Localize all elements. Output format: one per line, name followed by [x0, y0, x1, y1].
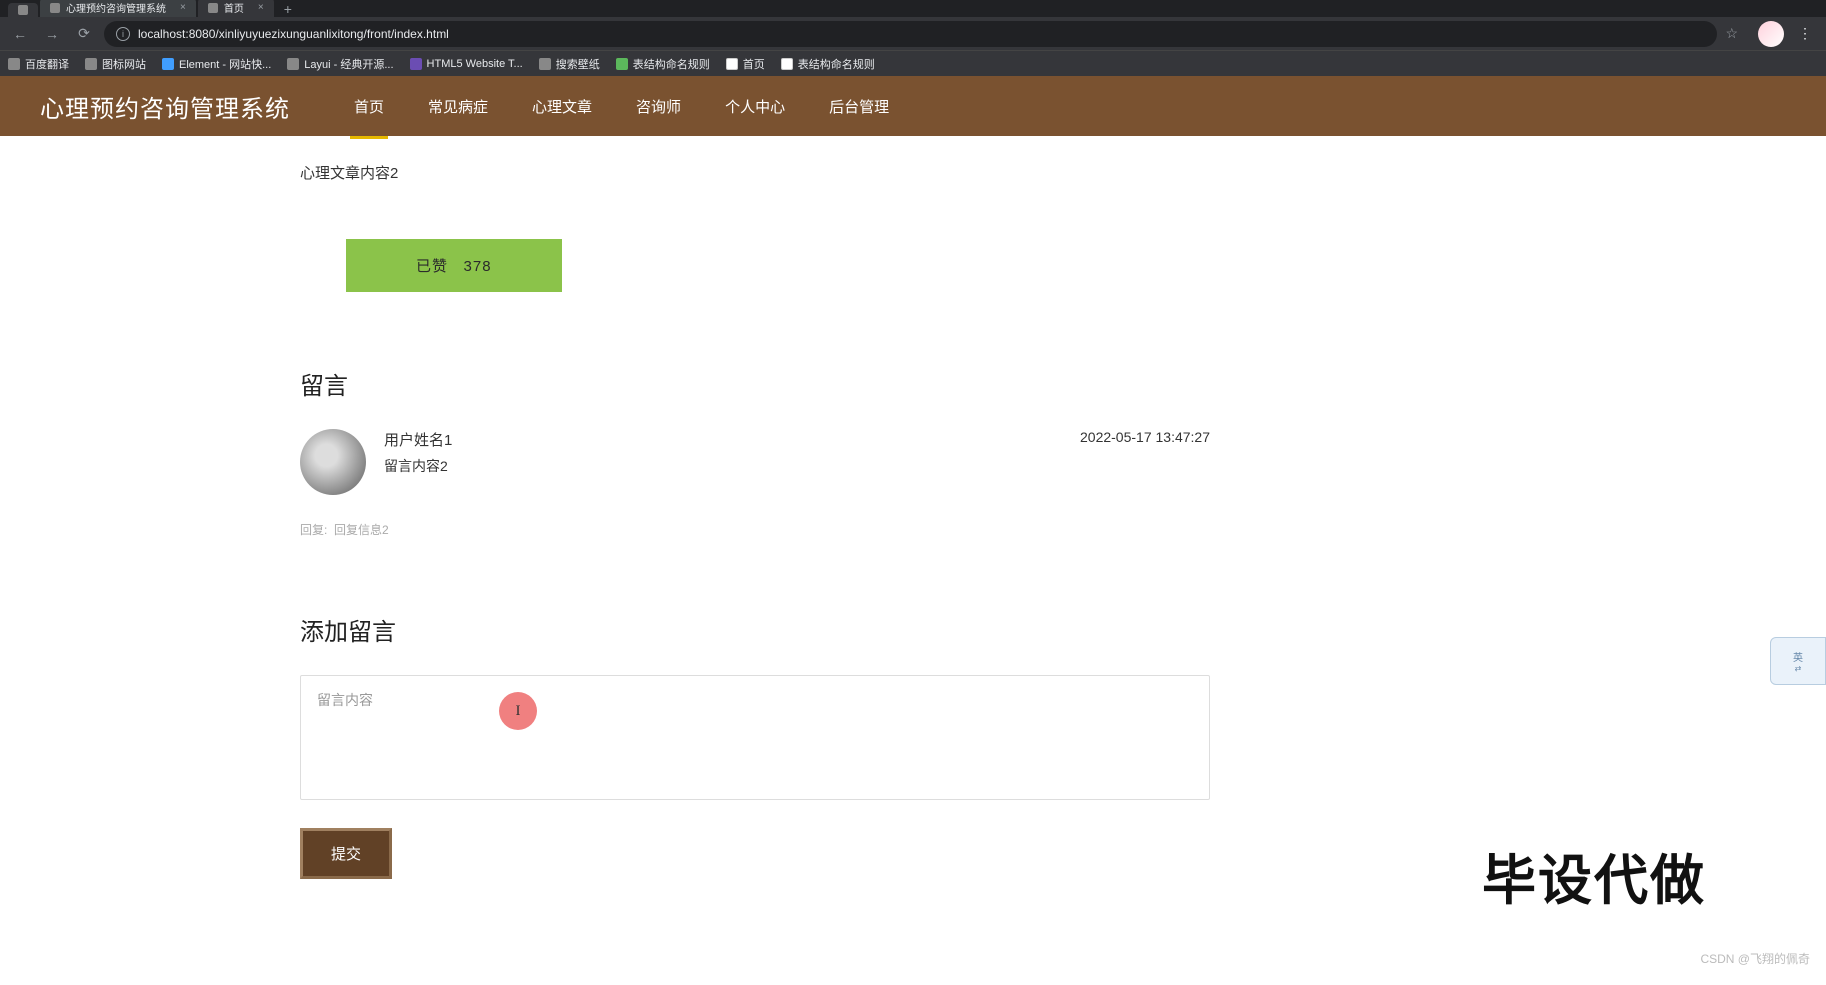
browser-tab-active[interactable]: 心理预约咨询管理系统 ×	[40, 0, 196, 17]
bookmarks-bar: 百度翻译 图标网站 Element - 网站快... Layui - 经典开源.…	[0, 50, 1826, 76]
site-header: 心理预约咨询管理系统 首页 常见病症 心理文章 咨询师 个人中心 后台管理	[0, 76, 1826, 136]
cursor-indicator-icon: I	[499, 692, 537, 730]
bookmark-item[interactable]: 搜索壁纸	[539, 56, 600, 72]
tab-title: 首页	[224, 0, 244, 15]
site-logo[interactable]: 心理预约咨询管理系统	[40, 89, 290, 124]
bookmark-item[interactable]: 表结构命名规则	[781, 56, 875, 72]
comment-text: 留言内容2	[384, 456, 1210, 476]
bookmark-icon	[539, 58, 551, 70]
like-count: 378	[464, 258, 492, 275]
address-bar: ← → ⟳ i localhost:8080/xinliyuyuezixungu…	[0, 17, 1826, 50]
new-tab-button[interactable]: +	[276, 1, 300, 17]
nav-symptoms[interactable]: 常见病症	[424, 78, 492, 135]
tab-favicon	[18, 5, 28, 15]
bookmark-item[interactable]: Layui - 经典开源...	[287, 56, 393, 72]
add-comment-title: 添加留言	[300, 612, 1210, 647]
like-label: 已赞	[416, 258, 448, 275]
bookmark-icon	[162, 58, 174, 70]
comment-item: 用户姓名1 留言内容2 2022-05-17 13:47:27	[300, 429, 1210, 495]
site-nav: 首页 常见病症 心理文章 咨询师 个人中心 后台管理	[350, 78, 893, 135]
comment-textarea[interactable]	[317, 690, 1193, 780]
profile-avatar[interactable]	[1758, 21, 1784, 47]
bookmark-item[interactable]: Element - 网站快...	[162, 56, 271, 72]
bookmark-icon	[781, 58, 793, 70]
bookmark-item[interactable]: 表结构命名规则	[616, 56, 710, 72]
url-text: localhost:8080/xinliyuyuezixunguanlixito…	[138, 27, 449, 41]
bookmark-icon	[287, 58, 299, 70]
bookmark-icon	[8, 58, 20, 70]
comment-input-container: I	[300, 675, 1210, 800]
forward-button[interactable]: →	[40, 22, 64, 46]
ime-toggle[interactable]: 英 ⇄	[1770, 637, 1826, 685]
site-info-icon[interactable]: i	[116, 27, 130, 41]
submit-button[interactable]: 提交	[300, 828, 392, 879]
close-icon[interactable]: ×	[180, 2, 186, 13]
browser-tab-strip: 心理预约咨询管理系统 × 首页 × +	[0, 0, 1826, 17]
close-icon[interactable]: ×	[258, 2, 264, 13]
tab-favicon	[50, 3, 60, 13]
comment-reply: 回复: 回复信息2	[300, 521, 1210, 538]
bookmark-item[interactable]: HTML5 Website T...	[410, 58, 523, 70]
comment-timestamp: 2022-05-17 13:47:27	[1080, 429, 1210, 445]
bookmark-star-icon[interactable]: ☆	[1725, 25, 1738, 42]
nav-counselors[interactable]: 咨询师	[632, 78, 685, 135]
nav-home[interactable]: 首页	[350, 78, 388, 135]
browser-tab[interactable]	[8, 3, 38, 17]
back-button[interactable]: ←	[8, 22, 32, 46]
nav-profile[interactable]: 个人中心	[721, 78, 789, 135]
url-input[interactable]: i localhost:8080/xinliyuyuezixunguanlixi…	[104, 21, 1717, 47]
user-avatar[interactable]	[300, 429, 366, 495]
bookmark-icon	[726, 58, 738, 70]
browser-menu-icon[interactable]: ⋮	[1792, 25, 1818, 42]
browser-tab[interactable]: 首页 ×	[198, 0, 274, 17]
tab-favicon	[208, 3, 218, 13]
comments-title: 留言	[300, 366, 1210, 401]
bookmark-item[interactable]: 百度翻译	[8, 56, 69, 72]
bookmark-icon	[616, 58, 628, 70]
reload-button[interactable]: ⟳	[72, 22, 96, 46]
bookmark-icon	[410, 58, 422, 70]
bookmark-icon	[85, 58, 97, 70]
like-button[interactable]: 已赞 378	[346, 239, 562, 292]
csdn-attribution: CSDN @飞翔的佩奇	[1700, 950, 1810, 967]
tab-title: 心理预约咨询管理系统	[66, 0, 166, 15]
nav-articles[interactable]: 心理文章	[528, 78, 596, 135]
bookmark-item[interactable]: 首页	[726, 56, 765, 72]
bookmark-item[interactable]: 图标网站	[85, 56, 146, 72]
article-content: 心理文章内容2	[300, 162, 1210, 183]
watermark-text: 毕设代做	[1482, 836, 1706, 915]
nav-admin[interactable]: 后台管理	[825, 78, 893, 135]
